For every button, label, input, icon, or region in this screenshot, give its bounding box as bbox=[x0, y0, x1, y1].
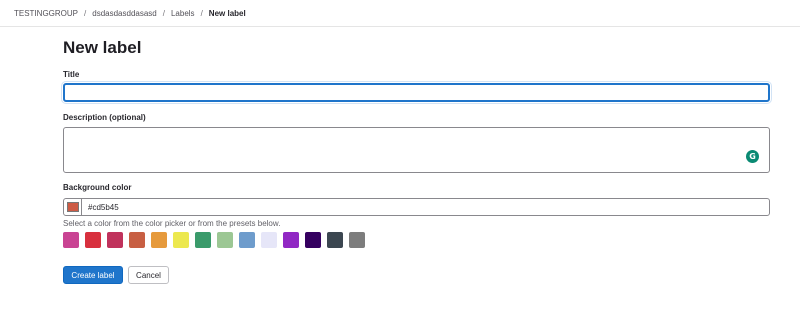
breadcrumb-item-group[interactable]: TESTINGGROUP bbox=[14, 9, 78, 18]
color-picker-button[interactable] bbox=[64, 199, 82, 215]
color-help-text: Select a color from the color picker or … bbox=[63, 219, 281, 228]
color-presets bbox=[63, 232, 365, 248]
breadcrumb-item-labels[interactable]: Labels bbox=[171, 9, 195, 18]
form-actions: Create label Cancel bbox=[63, 266, 169, 284]
color-input[interactable]: #cd5b45 bbox=[63, 198, 770, 216]
color-preset-6[interactable] bbox=[173, 232, 189, 248]
color-preset-3[interactable] bbox=[107, 232, 123, 248]
title-label: Title bbox=[63, 70, 80, 79]
color-preset-14[interactable] bbox=[349, 232, 365, 248]
breadcrumb-separator: / bbox=[200, 8, 203, 18]
grammarly-icon[interactable]: G bbox=[745, 149, 760, 164]
create-label-button[interactable]: Create label bbox=[63, 266, 123, 284]
color-preset-12[interactable] bbox=[305, 232, 321, 248]
color-preset-2[interactable] bbox=[85, 232, 101, 248]
color-preset-7[interactable] bbox=[195, 232, 211, 248]
page-title: New label bbox=[63, 38, 142, 57]
description-label: Description (optional) bbox=[63, 113, 146, 122]
color-preset-10[interactable] bbox=[261, 232, 277, 248]
breadcrumb-separator: / bbox=[84, 8, 87, 18]
color-preset-11[interactable] bbox=[283, 232, 299, 248]
new-label-form: New label Title Description (optional) G… bbox=[63, 27, 770, 284]
color-preset-5[interactable] bbox=[151, 232, 167, 248]
cancel-button[interactable]: Cancel bbox=[128, 266, 169, 284]
color-preset-4[interactable] bbox=[129, 232, 145, 248]
color-preset-9[interactable] bbox=[239, 232, 255, 248]
background-color-label: Background color bbox=[63, 183, 132, 192]
breadcrumb-item-project[interactable]: dsdasdasddasasd bbox=[92, 9, 157, 18]
description-textarea[interactable]: G bbox=[63, 127, 770, 173]
breadcrumb-current: New label bbox=[208, 8, 246, 18]
color-preset-13[interactable] bbox=[327, 232, 343, 248]
breadcrumb: TESTINGGROUP / dsdasdasddasasd / Labels … bbox=[0, 0, 800, 27]
current-color-swatch bbox=[66, 202, 79, 212]
color-preset-8[interactable] bbox=[217, 232, 233, 248]
title-input[interactable] bbox=[63, 83, 770, 102]
color-hex-value[interactable]: #cd5b45 bbox=[88, 203, 119, 212]
color-preset-1[interactable] bbox=[63, 232, 79, 248]
breadcrumb-separator: / bbox=[162, 8, 165, 18]
